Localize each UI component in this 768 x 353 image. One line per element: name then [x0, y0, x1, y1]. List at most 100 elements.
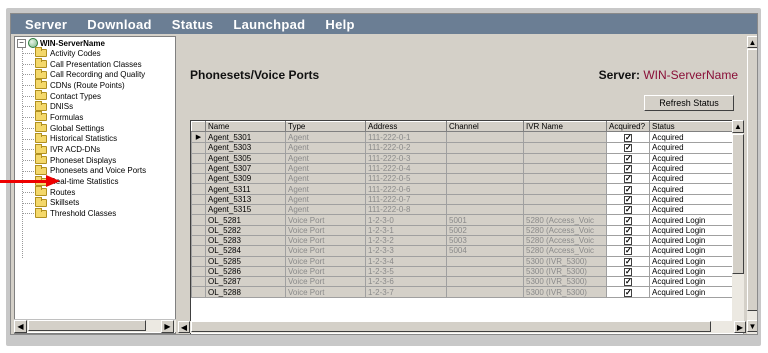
acquired-checkbox[interactable]: ✓: [624, 257, 632, 266]
acquired-checkbox[interactable]: ✓: [624, 226, 632, 235]
acquired-checkbox[interactable]: ✓: [624, 237, 632, 245]
column-header-ivr-name[interactable]: IVR Name: [523, 121, 607, 133]
acquired-checkbox[interactable]: ✓: [624, 247, 632, 256]
table-row[interactable]: Agent_5315 Agent 111-222-0-8 ✓ Acquired: [191, 204, 734, 216]
grid-vscrollbar[interactable]: ▲ ▼: [732, 120, 744, 334]
tree-item[interactable]: DNISs: [22, 100, 146, 112]
scroll-left-icon[interactable]: ◀: [14, 320, 27, 333]
row-selector[interactable]: [191, 245, 206, 257]
column-header-status[interactable]: Status: [649, 121, 734, 133]
tree-item[interactable]: CDNs (Route Points): [22, 79, 146, 91]
tree-item[interactable]: Global Settings: [22, 122, 146, 134]
menu-download[interactable]: Download: [77, 17, 162, 32]
row-selector[interactable]: [191, 214, 206, 226]
scroll-left-icon[interactable]: ◀: [178, 321, 190, 333]
tree-item[interactable]: Activity Codes: [22, 47, 146, 59]
cell-status: Acquired: [649, 183, 734, 195]
table-row[interactable]: OL_5284 Voice Port 1-2-3-3 5004 5280 (Access…: [191, 245, 734, 257]
tree-item[interactable]: Phoneset Displays: [22, 154, 146, 166]
tree-hscroll-thumb[interactable]: [28, 320, 146, 331]
acquired-checkbox[interactable]: ✓: [624, 185, 632, 194]
cell-channel: [446, 162, 524, 175]
tree-root[interactable]: − WIN-ServerName: [17, 38, 105, 48]
column-header-name[interactable]: Name: [205, 121, 286, 133]
row-selector[interactable]: [191, 234, 206, 247]
table-row[interactable]: OL_5288 Voice Port 1-2-3-7 5300 (IVR_5300) ✓…: [191, 286, 734, 298]
row-selector[interactable]: [191, 286, 206, 298]
outer-vscrollbar[interactable]: ▲ ▼: [747, 36, 757, 334]
refresh-status-button[interactable]: Refresh Status: [644, 95, 734, 111]
acquired-checkbox[interactable]: ✓: [624, 206, 632, 214]
table-row[interactable]: ▶ Agent_5301 Agent 111-222-0-1 ✓ Acquired: [191, 131, 734, 144]
content-hscrollbar[interactable]: ◀ ▶: [178, 321, 746, 333]
table-row[interactable]: Agent_5303 Agent 111-222-0-2 ✓ Acquired: [191, 142, 734, 154]
menu-server[interactable]: Server: [11, 17, 77, 32]
row-selector[interactable]: [191, 204, 206, 216]
cell-status: Acquired: [649, 204, 734, 216]
tree-item[interactable]: Skillsets: [22, 196, 146, 209]
grid-vscroll-thumb[interactable]: [732, 134, 744, 274]
row-selector[interactable]: [191, 265, 206, 278]
column-header-address[interactable]: Address: [365, 121, 447, 133]
column-header-acquired[interactable]: Acquired?: [606, 121, 650, 133]
acquired-checkbox[interactable]: ✓: [624, 133, 632, 142]
cell-acquired: ✓: [606, 214, 650, 226]
acquired-checkbox[interactable]: ✓: [624, 144, 632, 153]
acquired-checkbox[interactable]: ✓: [624, 288, 632, 297]
row-selector[interactable]: [191, 255, 206, 267]
tree-item[interactable]: Threshold Classes: [22, 207, 146, 219]
row-selector[interactable]: ▶: [191, 131, 206, 144]
row-selector[interactable]: [191, 142, 206, 154]
table-row[interactable]: OL_5281 Voice Port 1-2-3-0 5001 5280 (Access…: [191, 214, 734, 226]
column-header-channel[interactable]: Channel: [446, 121, 524, 133]
table-row[interactable]: OL_5287 Voice Port 1-2-3-6 5300 (IVR_5300) ✓…: [191, 276, 734, 288]
outer-vscroll-thumb[interactable]: [747, 49, 757, 311]
acquired-checkbox[interactable]: ✓: [624, 195, 632, 204]
tree-item[interactable]: Call Presentation Classes: [22, 58, 146, 70]
tree-item[interactable]: Formulas: [22, 111, 146, 123]
cell-ivr-name: [523, 131, 607, 144]
acquired-checkbox[interactable]: ✓: [624, 154, 632, 163]
tree-item[interactable]: Call Recording and Quality: [22, 68, 146, 80]
tree-item[interactable]: Routes: [22, 186, 146, 198]
collapse-icon[interactable]: −: [17, 38, 26, 48]
scroll-right-icon[interactable]: ▶: [161, 320, 174, 333]
cell-ivr-name: 5300 (IVR_5300): [523, 255, 607, 267]
table-row[interactable]: Agent_5313 Agent 111-222-0-7 ✓ Acquired: [191, 193, 734, 206]
row-selector[interactable]: [191, 276, 206, 288]
menu-help[interactable]: Help: [315, 17, 364, 32]
row-selector[interactable]: [191, 152, 206, 164]
acquired-checkbox[interactable]: ✓: [624, 278, 632, 286]
table-row[interactable]: OL_5283 Voice Port 1-2-3-2 5003 5280 (Access…: [191, 234, 734, 247]
table-row[interactable]: Agent_5307 Agent 111-222-0-4 ✓ Acquired: [191, 162, 734, 175]
table-row[interactable]: Agent_5305 Agent 111-222-0-3 ✓ Acquired: [191, 152, 734, 164]
scroll-up-icon[interactable]: ▲: [747, 36, 757, 48]
tree-item[interactable]: Historical Statistics: [22, 132, 146, 145]
table-row[interactable]: Agent_5311 Agent 111-222-0-6 ✓ Acquired: [191, 183, 734, 195]
row-selector[interactable]: [191, 183, 206, 195]
acquired-checkbox[interactable]: ✓: [624, 268, 632, 276]
acquired-checkbox[interactable]: ✓: [624, 175, 632, 183]
table-row[interactable]: Agent_5309 Agent 111-222-0-5 ✓ Acquired: [191, 173, 734, 185]
acquired-checkbox[interactable]: ✓: [624, 216, 632, 225]
scroll-right-icon[interactable]: ▶: [734, 321, 746, 333]
tree-item[interactable]: Contact Types: [22, 90, 146, 102]
table-row[interactable]: OL_5282 Voice Port 1-2-3-1 5002 5280 (Access…: [191, 224, 734, 236]
row-selector[interactable]: [191, 224, 206, 236]
row-selector[interactable]: [191, 193, 206, 206]
table-row[interactable]: OL_5286 Voice Port 1-2-3-5 5300 (IVR_5300) ✓…: [191, 265, 734, 278]
scroll-down-icon[interactable]: ▼: [747, 320, 757, 332]
table-row[interactable]: OL_5285 Voice Port 1-2-3-4 5300 (IVR_5300) ✓…: [191, 255, 734, 267]
tree-hscrollbar[interactable]: ◀ ▶: [14, 319, 176, 333]
menu-status[interactable]: Status: [162, 17, 224, 32]
cell-name: Agent_5311: [205, 183, 286, 195]
column-header-type[interactable]: Type: [285, 121, 366, 133]
row-selector[interactable]: [191, 162, 206, 175]
tree-item[interactable]: IVR ACD-DNs: [22, 143, 146, 155]
menu-launchpad[interactable]: Launchpad: [223, 17, 315, 32]
content-hscroll-thumb[interactable]: [191, 321, 711, 332]
acquired-checkbox[interactable]: ✓: [624, 165, 632, 173]
scroll-up-icon[interactable]: ▲: [732, 120, 744, 133]
row-selector[interactable]: [191, 173, 206, 185]
scroll-down-icon[interactable]: ▼: [732, 333, 744, 334]
